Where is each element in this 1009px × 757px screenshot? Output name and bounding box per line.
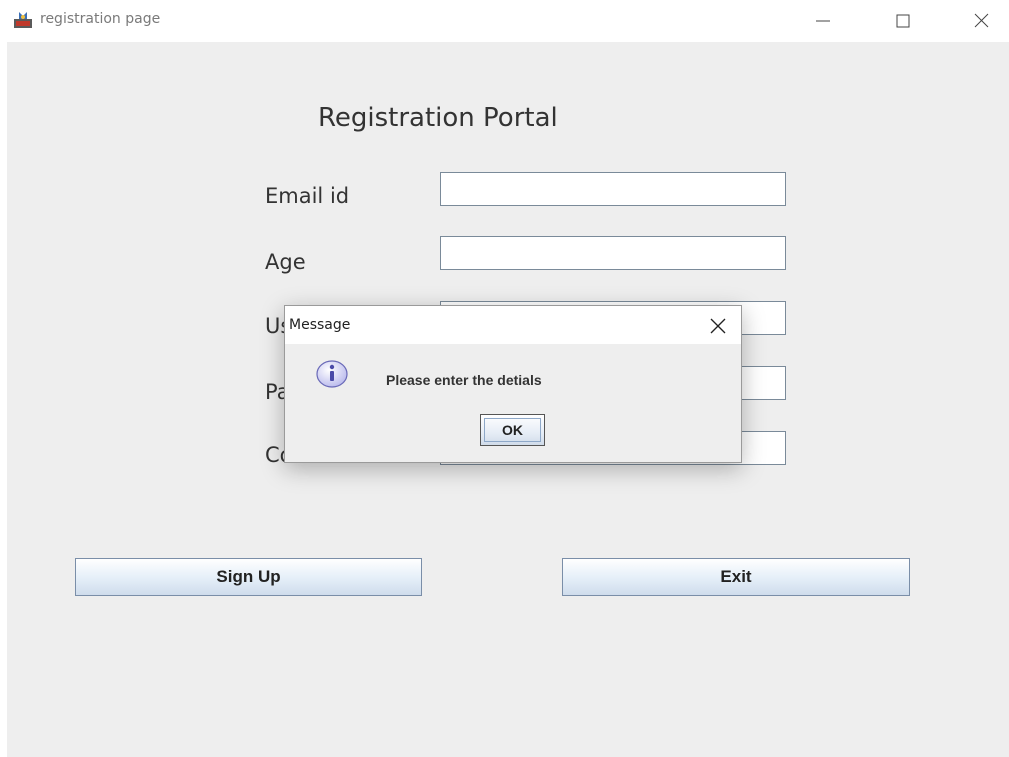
dialog-title: Message <box>289 317 351 333</box>
maximize-button[interactable] <box>880 6 926 36</box>
window-title: registration page <box>40 11 161 27</box>
message-dialog: Message Please enter the detials OK <box>284 305 742 463</box>
dialog-titlebar: Message <box>285 306 741 344</box>
minimize-icon <box>816 20 830 22</box>
close-icon <box>974 13 989 28</box>
window-titlebar: registration page <box>0 0 1009 42</box>
age-field[interactable] <box>440 236 786 270</box>
window-close-button[interactable] <box>958 6 1004 36</box>
email-field[interactable] <box>440 172 786 206</box>
focus-ring <box>484 418 541 442</box>
dialog-close-button[interactable] <box>699 312 739 340</box>
ok-button[interactable]: OK <box>480 414 545 446</box>
dialog-message: Please enter the detials <box>386 372 542 388</box>
page-title: Registration Portal <box>318 103 558 133</box>
exit-button[interactable]: Exit <box>562 558 910 596</box>
close-icon <box>710 318 726 334</box>
age-label: Age <box>265 250 306 274</box>
java-coffee-icon <box>13 11 33 29</box>
email-label: Email id <box>265 184 350 208</box>
minimize-button[interactable] <box>800 6 846 36</box>
sign-up-button[interactable]: Sign Up <box>75 558 422 596</box>
maximize-icon <box>896 14 910 28</box>
info-icon <box>315 359 349 389</box>
